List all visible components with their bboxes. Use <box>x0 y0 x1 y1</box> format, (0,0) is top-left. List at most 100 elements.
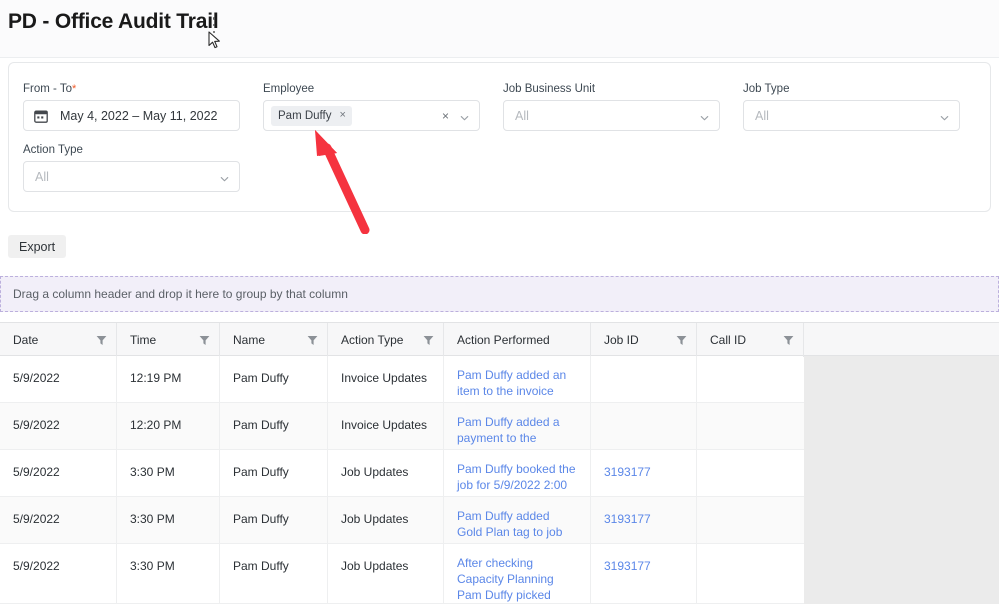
table-row[interactable]: 5/9/2022 3:30 PM Pam Duffy Job Updates Pam D… <box>0 450 804 497</box>
grid-header-row: Date Time Name Action Type Action Performed J… <box>0 322 999 357</box>
filter-icon[interactable] <box>96 335 107 346</box>
date-range-value: May 4, 2022 – May 11, 2022 <box>60 108 218 123</box>
cell-action-type: Job Updates <box>328 450 444 496</box>
cell-action-performed[interactable]: After checking Capacity Planning Pam Duf… <box>444 544 591 603</box>
cell-job-id[interactable]: 3193177 <box>591 497 697 543</box>
group-by-hint: Drag a column header and drop it here to… <box>13 287 348 301</box>
cell-call-id <box>697 544 804 603</box>
column-header-time[interactable]: Time <box>117 323 220 357</box>
cell-action-performed[interactable]: Pam Duffy added Gold Plan tag to job <box>444 497 591 543</box>
job-type-select[interactable]: All <box>743 100 960 131</box>
cell-time: 12:19 PM <box>117 356 220 402</box>
filter-icon[interactable] <box>423 335 434 346</box>
column-header-label: Job ID <box>604 333 639 347</box>
cell-call-id <box>697 356 804 402</box>
column-header-label: Date <box>13 333 39 347</box>
cell-name: Pam Duffy <box>220 544 328 603</box>
cell-action-type: Job Updates <box>328 544 444 603</box>
cell-name: Pam Duffy <box>220 403 328 449</box>
filter-icon[interactable] <box>783 335 794 346</box>
column-header-call-id[interactable]: Call ID <box>697 323 804 357</box>
cell-call-id <box>697 403 804 449</box>
cell-date: 5/9/2022 <box>0 450 117 496</box>
cell-date: 5/9/2022 <box>0 544 117 603</box>
calendar-icon <box>34 109 48 123</box>
cell-job-id[interactable]: 3193177 <box>591 544 697 603</box>
column-header-action-performed[interactable]: Action Performed <box>444 323 591 357</box>
filter-icon[interactable] <box>307 335 318 346</box>
job-business-unit-value: All <box>515 108 529 123</box>
employee-chip[interactable]: Pam Duffy × <box>271 105 352 126</box>
employee-label: Employee <box>263 83 315 95</box>
column-header-action-type[interactable]: Action Type <box>328 323 444 357</box>
table-row[interactable]: 5/9/2022 12:20 PM Pam Duffy Invoice Updates… <box>0 403 804 450</box>
clear-all-icon[interactable]: × <box>442 110 449 122</box>
cell-action-type: Invoice Updates <box>328 356 444 402</box>
chevron-down-icon <box>460 111 469 120</box>
date-range-input[interactable]: May 4, 2022 – May 11, 2022 <box>23 100 240 131</box>
column-header-date[interactable]: Date <box>0 323 117 357</box>
job-type-label: Job Type <box>743 83 790 95</box>
cell-action-performed[interactable]: Pam Duffy added a payment to the invoice <box>444 403 591 449</box>
cell-time: 12:20 PM <box>117 403 220 449</box>
column-header-filler <box>804 323 999 357</box>
job-business-unit-filter: Job Business Unit All <box>503 83 720 131</box>
column-header-label: Action Performed <box>457 333 550 347</box>
filter-icon[interactable] <box>676 335 687 346</box>
audit-trail-page: PD - Office Audit Trail From - To* May 4… <box>0 0 999 604</box>
action-type-label: Action Type <box>23 144 83 156</box>
cell-job-id[interactable]: 3193177 <box>591 450 697 496</box>
cell-action-type: Invoice Updates <box>328 403 444 449</box>
column-header-label: Action Type <box>341 333 404 347</box>
required-marker: * <box>72 83 77 95</box>
cell-action-performed[interactable]: Pam Duffy booked the job for 5/9/2022 2:… <box>444 450 591 496</box>
filter-icon[interactable] <box>199 335 210 346</box>
action-type-select[interactable]: All <box>23 161 240 192</box>
cell-time: 3:30 PM <box>117 450 220 496</box>
chevron-down-icon <box>940 111 949 120</box>
date-range-label: From - To* <box>23 83 77 95</box>
cell-name: Pam Duffy <box>220 450 328 496</box>
cell-date: 5/9/2022 <box>0 403 117 449</box>
column-header-label: Call ID <box>710 333 747 347</box>
audit-grid: Date Time Name Action Type Action Performed J… <box>0 322 999 604</box>
chip-remove-icon[interactable]: × <box>339 110 345 121</box>
table-row[interactable]: 5/9/2022 3:30 PM Pam Duffy Job Updates Pam D… <box>0 497 804 544</box>
column-header-label: Name <box>233 333 266 347</box>
cell-date: 5/9/2022 <box>0 356 117 402</box>
filter-panel: From - To* May 4, 2022 – May 11, 2022 Ac… <box>8 62 991 212</box>
employee-filter: Employee Pam Duffy × × <box>263 83 480 131</box>
column-header-job-id[interactable]: Job ID <box>591 323 697 357</box>
job-type-filter: Job Type All <box>743 83 960 131</box>
export-button[interactable]: Export <box>8 235 67 258</box>
employee-chip-label: Pam Duffy <box>278 109 332 122</box>
cell-time: 3:30 PM <box>117 544 220 603</box>
cell-action-type: Job Updates <box>328 497 444 543</box>
column-header-label: Time <box>130 333 157 347</box>
cell-name: Pam Duffy <box>220 497 328 543</box>
cell-time: 3:30 PM <box>117 497 220 543</box>
page-header: PD - Office Audit Trail <box>0 0 999 58</box>
cell-job-id[interactable] <box>591 356 697 402</box>
job-business-unit-select[interactable]: All <box>503 100 720 131</box>
kebab-menu-icon[interactable] <box>207 16 221 34</box>
action-type-filter: Action Type All <box>23 144 240 192</box>
job-business-unit-label: Job Business Unit <box>503 83 596 95</box>
group-by-dropzone[interactable]: Drag a column header and drop it here to… <box>0 276 999 312</box>
job-type-value: All <box>755 108 769 123</box>
cell-call-id <box>697 497 804 543</box>
page-title: PD - Office Audit Trail <box>8 10 219 33</box>
grid-body: 5/9/2022 12:19 PM Pam Duffy Invoice Updates… <box>0 356 804 604</box>
cell-name: Pam Duffy <box>220 356 328 402</box>
cell-action-performed[interactable]: Pam Duffy added an item to the invoice <box>444 356 591 402</box>
cell-call-id <box>697 450 804 496</box>
chevron-down-icon <box>700 111 709 120</box>
table-row[interactable]: 5/9/2022 3:30 PM Pam Duffy Job Updates After… <box>0 544 804 604</box>
cell-job-id[interactable] <box>591 403 697 449</box>
chevron-down-icon <box>220 172 229 181</box>
column-header-name[interactable]: Name <box>220 323 328 357</box>
table-row[interactable]: 5/9/2022 12:19 PM Pam Duffy Invoice Updates… <box>0 356 804 403</box>
date-range-filter: From - To* May 4, 2022 – May 11, 2022 <box>23 83 240 131</box>
action-type-value: All <box>35 169 49 184</box>
employee-multiselect[interactable]: Pam Duffy × × <box>263 100 480 131</box>
